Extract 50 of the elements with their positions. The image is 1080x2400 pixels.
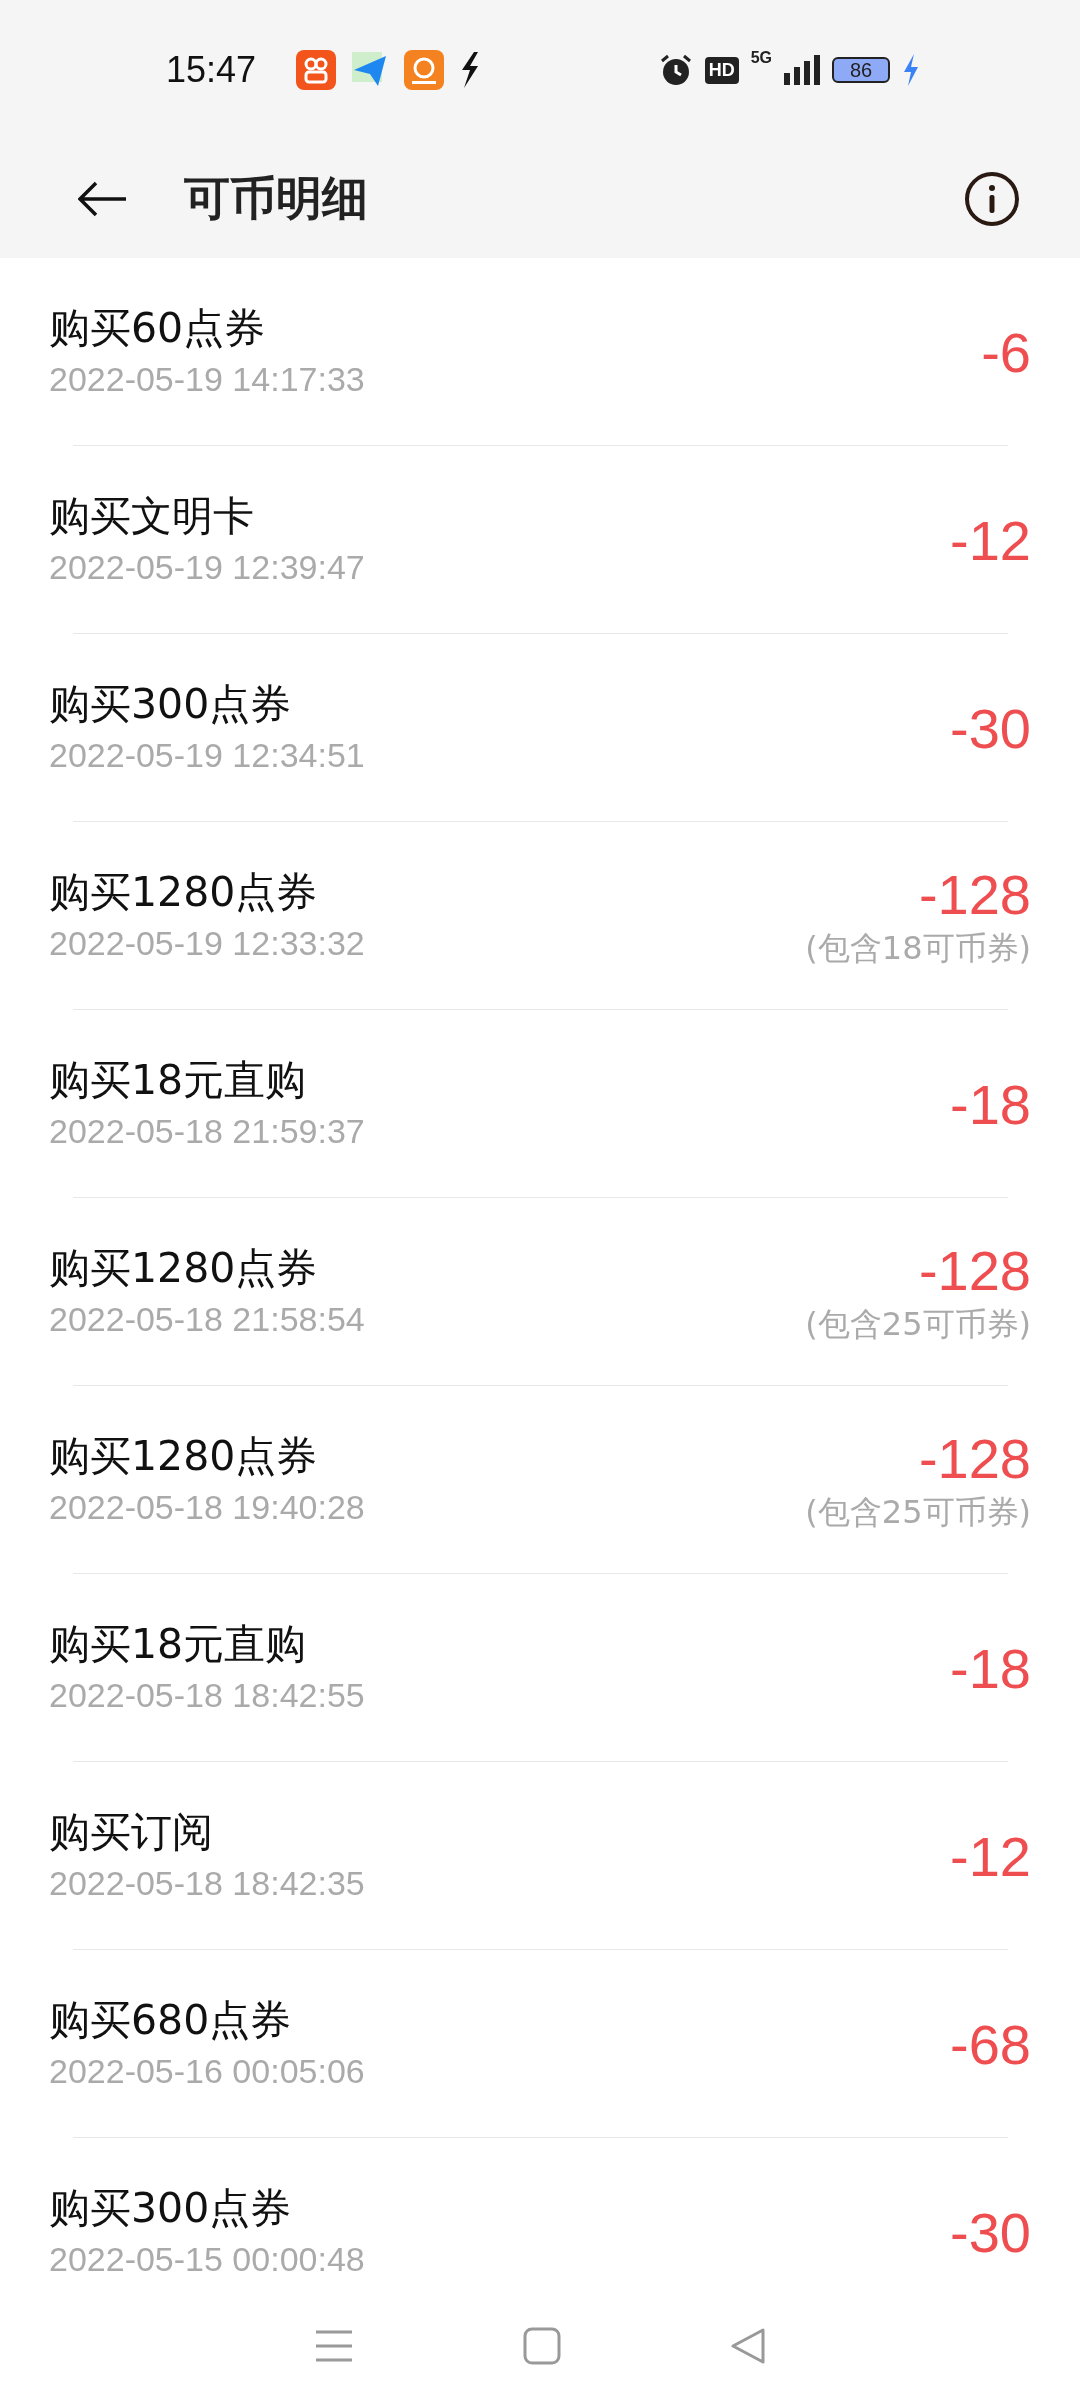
record-amount: -128 (918, 1237, 1031, 1303)
record-title: 购买订阅 (49, 1807, 213, 1858)
record-time: 2022-05-19 12:34:51 (49, 736, 365, 775)
record-time: 2022-05-15 00:00:48 (49, 2240, 365, 2279)
record-time: 2022-05-19 12:33:32 (49, 924, 365, 963)
record-title: 购买300点券 (49, 2183, 292, 2234)
record-amount: -18 (950, 1071, 1031, 1137)
record-note: (包含25可币券) (805, 1491, 1031, 1533)
app-icon (296, 50, 337, 90)
record-title: 购买1280点券 (49, 867, 318, 918)
home-icon[interactable] (523, 2327, 561, 2365)
record-amount: -18 (950, 1635, 1031, 1701)
status-time: 15:47 (166, 49, 257, 91)
record-title: 购买60点券 (49, 303, 266, 354)
record-time: 2022-05-18 18:42:35 (49, 1864, 365, 1903)
charging-icon (902, 54, 920, 86)
record-title: 购买1280点券 (49, 1243, 318, 1294)
record-note: (包含18可币券) (805, 927, 1031, 969)
battery-level: 86 (832, 57, 890, 83)
network-type: 5G (750, 49, 772, 67)
record-amount: -12 (950, 507, 1031, 573)
record-title: 购买18元直购 (49, 1055, 307, 1106)
record-time: 2022-05-18 18:42:55 (49, 1676, 365, 1715)
record-title: 购买1280点券 (49, 1431, 318, 1482)
record-amount: -128 (918, 1425, 1031, 1491)
record-title: 购买18元直购 (49, 1619, 307, 1670)
record-amount: -30 (950, 2199, 1031, 2265)
record-title: 购买文明卡 (49, 491, 254, 542)
menu-icon[interactable] (314, 2328, 355, 2364)
record-time: 2022-05-18 21:59:37 (49, 1112, 365, 1151)
record-time: 2022-05-18 19:40:28 (49, 1488, 365, 1527)
record-amount: -12 (950, 1823, 1031, 1889)
record-time: 2022-05-16 00:05:06 (49, 2052, 365, 2091)
record-amount: -128 (918, 861, 1031, 927)
signal-icon (784, 55, 820, 85)
info-icon[interactable] (964, 171, 1020, 227)
record-time: 2022-05-18 21:58:54 (49, 1300, 365, 1339)
record-amount: -68 (950, 2011, 1031, 2077)
alarm-icon (658, 53, 693, 87)
record-title: 购买680点券 (49, 1995, 292, 2046)
hd-badge: HD (704, 56, 739, 84)
back-arrow-icon[interactable] (78, 181, 128, 217)
record-amount: -30 (950, 695, 1031, 761)
back-icon[interactable] (729, 2327, 766, 2365)
record-time: 2022-05-19 14:17:33 (49, 360, 365, 399)
page-title: 可币明细 (184, 170, 369, 227)
record-amount: -6 (981, 319, 1031, 385)
record-title: 购买300点券 (49, 679, 292, 730)
record-time: 2022-05-19 12:39:47 (49, 548, 365, 587)
record-note: (包含25可币券) (805, 1303, 1031, 1345)
